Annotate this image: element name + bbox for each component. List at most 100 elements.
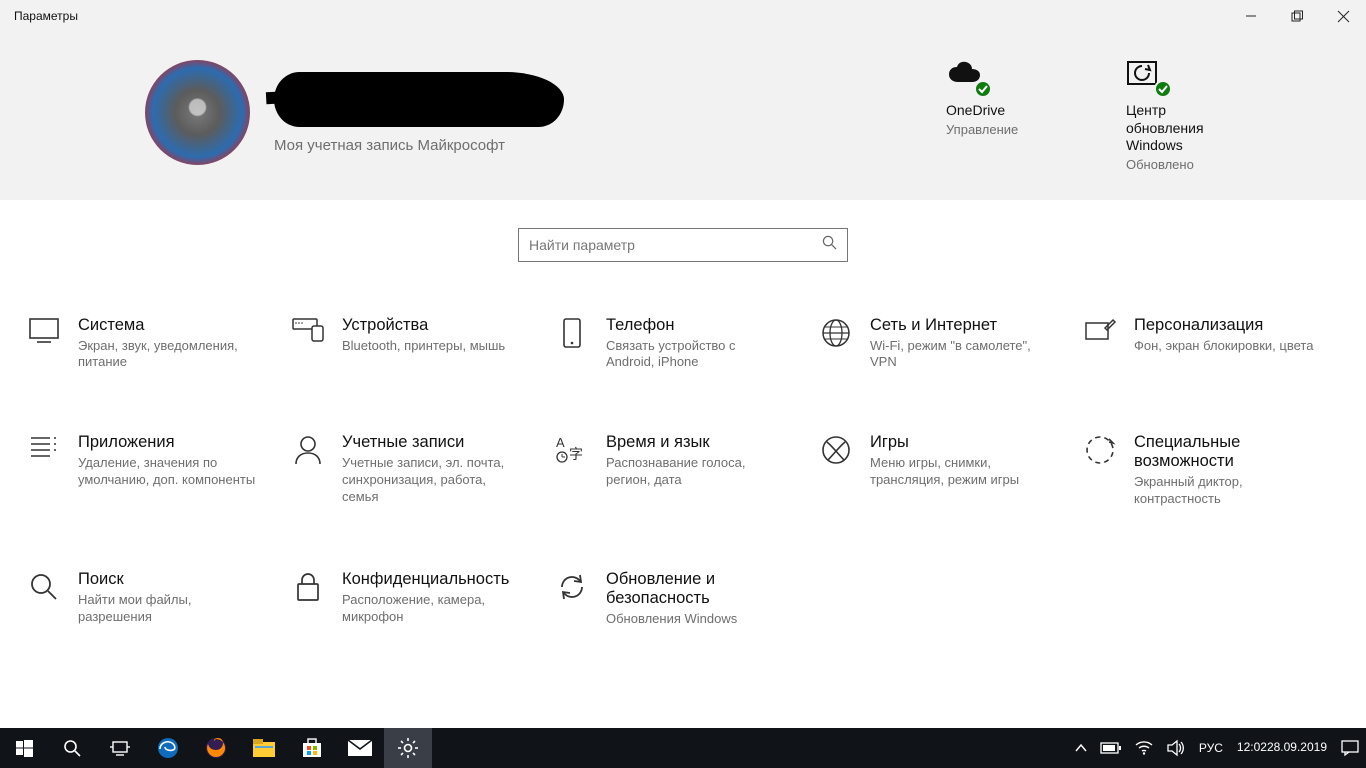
category-devices[interactable]: Устройства Bluetooth, принтеры, мышь [292, 316, 546, 372]
category-gaming[interactable]: Игры Меню игры, снимки, трансляция, режим… [820, 433, 1074, 508]
devices-icon [292, 318, 324, 350]
settings-window: Параметры Моя учетная запись Майкрософт [0, 0, 1366, 768]
category-title: Поиск [78, 570, 258, 589]
close-button[interactable] [1320, 0, 1366, 32]
xbox-icon [820, 435, 852, 467]
start-button[interactable] [0, 728, 48, 768]
category-search[interactable]: Поиск Найти мои файлы, разрешения [28, 570, 282, 628]
check-icon [974, 80, 992, 98]
category-ease-of-access[interactable]: Специальные возможностиЭкранный диктор, … [1084, 433, 1338, 508]
category-network[interactable]: Сеть и Интернет Wi-Fi, режим "в самолете"… [820, 316, 1074, 372]
system-icon [28, 318, 60, 350]
category-system[interactable]: Система Экран, звук, уведомления, питание [28, 316, 282, 372]
category-title: Персонализация [1134, 316, 1313, 335]
category-title: Время и язык [606, 433, 786, 452]
avatar [145, 60, 250, 165]
system-tray: РУС 12:02 28.09.2019 [1068, 728, 1366, 768]
category-title: Обновление и безопасность [606, 570, 810, 608]
category-title: Специальные возможности [1134, 433, 1338, 471]
ease-icon [1084, 435, 1116, 467]
search-icon [28, 572, 60, 604]
accounts-icon [292, 435, 324, 467]
category-desc: Найти мои файлы, разрешения [78, 592, 258, 626]
category-title: Система [78, 316, 258, 335]
apps-icon [28, 435, 60, 467]
phone-icon [556, 318, 588, 350]
search-box[interactable] [518, 228, 848, 262]
category-desc: Wi-Fi, режим "в самолете", VPN [870, 338, 1050, 372]
category-desc: Экран, звук, уведомления, питание [78, 338, 258, 372]
personalization-icon [1084, 318, 1116, 350]
minimize-button[interactable] [1228, 0, 1274, 32]
category-update-security[interactable]: Обновление и безопасность Обновления Wind… [556, 570, 810, 628]
category-desc: Удаление, значения по умолчанию, доп. ко… [78, 455, 258, 489]
search-icon [822, 235, 837, 255]
globe-icon [820, 318, 852, 350]
account-subtitle: Моя учетная запись Майкрософт [274, 137, 564, 154]
status-subtitle: Управление [946, 122, 1066, 137]
category-desc: Bluetooth, принтеры, мышь [342, 338, 505, 355]
tray-volume-icon[interactable] [1160, 728, 1192, 768]
search-row [0, 200, 1366, 280]
category-desc: Учетные записи, эл. почта, синхронизация… [342, 455, 522, 506]
tray-date: 28.09.2019 [1267, 741, 1327, 755]
category-desc: Экранный диктор, контрастность [1134, 474, 1314, 508]
status-title: OneDrive [946, 102, 1066, 120]
tray-language[interactable]: РУС [1192, 728, 1230, 768]
lock-icon [292, 572, 324, 604]
category-desc: Обновления Windows [606, 611, 786, 628]
category-time-language[interactable]: A字 Время и язык Распознавание голоса, рег… [556, 433, 810, 508]
tray-chevron-up-icon[interactable] [1068, 728, 1094, 768]
category-title: Конфиденциальность [342, 570, 522, 589]
taskbar: РУС 12:02 28.09.2019 [0, 728, 1366, 768]
taskbar-search-button[interactable] [48, 728, 96, 768]
window-title: Параметры [14, 9, 1228, 23]
onedrive-icon [946, 60, 986, 94]
tray-wifi-icon[interactable] [1128, 728, 1160, 768]
svg-text:A: A [556, 435, 565, 450]
taskbar-app-store[interactable] [288, 728, 336, 768]
category-title: Игры [870, 433, 1050, 452]
task-view-button[interactable] [96, 728, 144, 768]
titlebar: Параметры [0, 0, 1366, 32]
category-phone[interactable]: Телефон Связать устройство с Android, iPh… [556, 316, 810, 372]
category-desc: Расположение, камера, микрофон [342, 592, 522, 626]
taskbar-app-explorer[interactable] [240, 728, 288, 768]
tray-action-center-icon[interactable] [1334, 728, 1366, 768]
account-name-redacted [274, 72, 564, 127]
taskbar-app-settings[interactable] [384, 728, 432, 768]
maximize-button[interactable] [1274, 0, 1320, 32]
status-subtitle: Обновлено [1126, 157, 1246, 172]
category-desc: Меню игры, снимки, трансляция, режим игр… [870, 455, 1050, 489]
account-info[interactable]: Моя учетная запись Майкрософт [145, 60, 946, 165]
taskbar-app-firefox[interactable] [192, 728, 240, 768]
tray-clock[interactable]: 12:02 28.09.2019 [1230, 728, 1334, 768]
svg-text:字: 字 [569, 446, 583, 462]
status-windows-update[interactable]: Центр обновления Windows Обновлено [1126, 60, 1246, 172]
categories-grid: Система Экран, звук, уведомления, питание… [0, 280, 1366, 628]
category-title: Телефон [606, 316, 786, 335]
category-title: Приложения [78, 433, 258, 452]
tray-time: 12:02 [1237, 741, 1267, 755]
category-accounts[interactable]: Учетные записи Учетные записи, эл. почта,… [292, 433, 546, 508]
update-icon [556, 572, 588, 604]
search-input[interactable] [529, 237, 822, 253]
category-title: Устройства [342, 316, 505, 335]
tray-battery-icon[interactable] [1094, 728, 1128, 768]
category-title: Сеть и Интернет [870, 316, 1050, 335]
category-title: Учетные записи [342, 433, 522, 452]
account-header: Моя учетная запись Майкрософт OneDrive У… [0, 32, 1366, 200]
status-onedrive[interactable]: OneDrive Управление [946, 60, 1066, 172]
check-icon [1154, 80, 1172, 98]
category-apps[interactable]: Приложения Удаление, значения по умолчани… [28, 433, 282, 508]
windows-update-icon [1126, 60, 1166, 94]
category-desc: Связать устройство с Android, iPhone [606, 338, 786, 372]
category-desc: Распознавание голоса, регион, дата [606, 455, 786, 489]
category-personalization[interactable]: Персонализация Фон, экран блокировки, цве… [1084, 316, 1338, 372]
time-language-icon: A字 [556, 435, 588, 467]
taskbar-app-edge[interactable] [144, 728, 192, 768]
category-privacy[interactable]: Конфиденциальность Расположение, камера, … [292, 570, 546, 628]
taskbar-app-mail[interactable] [336, 728, 384, 768]
status-title: Центр обновления Windows [1126, 102, 1246, 155]
category-desc: Фон, экран блокировки, цвета [1134, 338, 1313, 355]
